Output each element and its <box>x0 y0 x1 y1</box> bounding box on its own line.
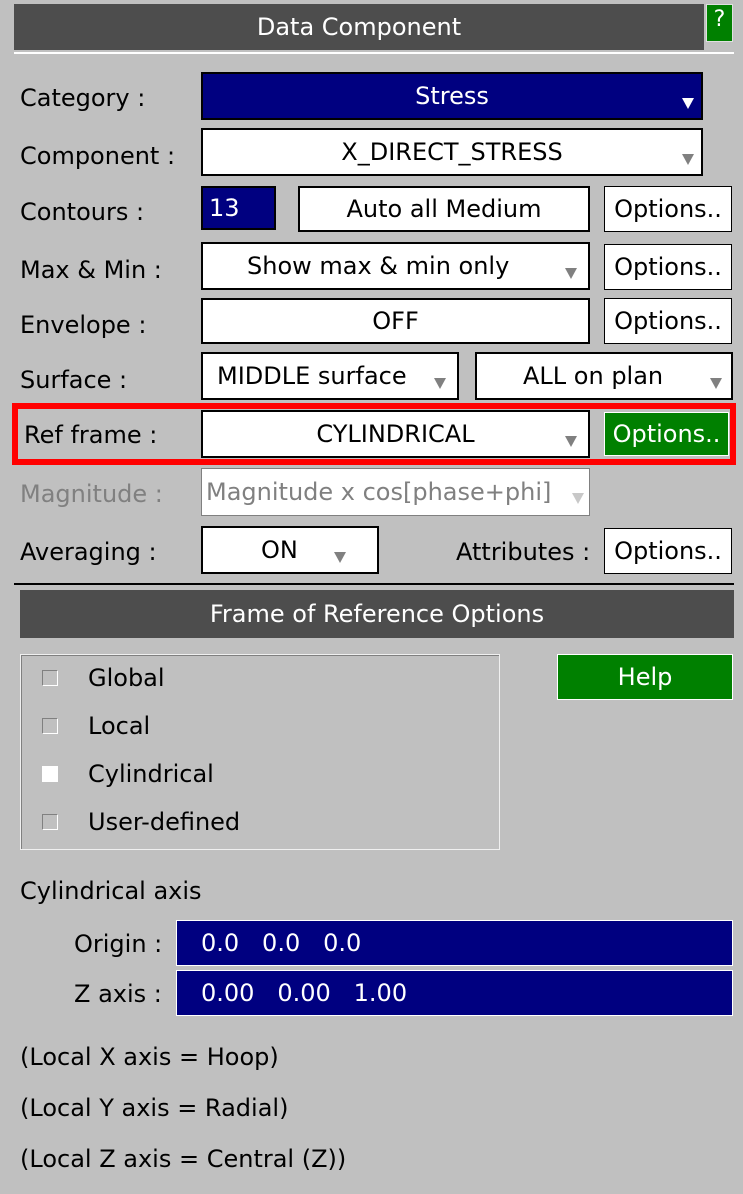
dropdown-arrow-icon <box>333 550 347 564</box>
zaxis-value: 0.00 0.00 1.00 <box>201 979 408 1007</box>
maxmin-dropdown[interactable]: Show max & min only <box>201 242 590 290</box>
note-local-y: (Local Y axis = Radial) <box>20 1094 289 1122</box>
contours-mode-value: Auto all Medium <box>346 195 542 223</box>
axis-heading: Cylindrical axis <box>20 877 202 905</box>
dropdown-arrow-icon <box>564 266 578 280</box>
magnitude-label: Magnitude : <box>20 480 163 508</box>
help-question-button[interactable]: ? <box>706 4 733 42</box>
frame-choice-label: Cylindrical <box>88 760 214 788</box>
surface-label: Surface : <box>20 366 128 394</box>
checkbox-icon[interactable] <box>42 814 58 830</box>
title-underline <box>14 52 734 54</box>
averaging-value: ON <box>261 536 298 564</box>
contours-options-button[interactable]: Options.. <box>604 186 732 232</box>
envelope-button[interactable]: OFF <box>201 298 590 344</box>
contours-label: Contours : <box>20 198 145 226</box>
attributes-label: Attributes : <box>456 538 591 566</box>
magnitude-value: Magnitude x cos[phase+phi] <box>206 478 552 506</box>
envelope-options-label: Options.. <box>614 307 722 335</box>
contours-count-input[interactable]: 13 <box>201 186 276 230</box>
dropdown-arrow-icon <box>709 376 723 390</box>
ref-frame-options-label: Options.. <box>612 420 721 448</box>
ref-frame-options-button[interactable]: Options.. <box>604 412 729 456</box>
frame-choice-label: Local <box>88 712 151 740</box>
window-title: Data Component <box>256 13 462 41</box>
contours-options-label: Options.. <box>614 195 722 223</box>
maxmin-options-button[interactable]: Options.. <box>604 244 732 290</box>
plan-value: ALL on plan <box>523 362 664 390</box>
maxmin-value: Show max & min only <box>247 252 510 280</box>
help-button-label: Help <box>617 663 673 691</box>
contours-count-value: 13 <box>209 194 240 222</box>
origin-input[interactable]: 0.0 0.0 0.0 <box>176 920 733 966</box>
frame-options-header: Frame of Reference Options <box>20 590 734 638</box>
component-value: X_DIRECT_STRESS <box>341 138 563 166</box>
frame-choice-global[interactable]: Global <box>42 666 342 690</box>
contours-mode-button[interactable]: Auto all Medium <box>298 186 590 232</box>
envelope-label: Envelope : <box>20 311 147 339</box>
note-local-x: (Local X axis = Hoop) <box>20 1043 279 1071</box>
frame-choice-label: User-defined <box>88 808 241 836</box>
envelope-options-button[interactable]: Options.. <box>604 298 732 344</box>
plan-dropdown[interactable]: ALL on plan <box>475 352 733 400</box>
category-dropdown[interactable]: Stress <box>201 72 703 120</box>
ref-frame-dropdown[interactable]: CYLINDRICAL <box>201 410 590 458</box>
frame-choice-cylindrical[interactable]: Cylindrical <box>42 762 342 786</box>
ref-frame-value: CYLINDRICAL <box>316 420 475 448</box>
magnitude-dropdown[interactable]: Magnitude x cos[phase+phi] <box>201 468 590 516</box>
dropdown-arrow-icon <box>681 96 695 110</box>
zaxis-label: Z axis : <box>74 980 162 1008</box>
dropdown-arrow-icon <box>433 376 447 390</box>
surface-dropdown[interactable]: MIDDLE surface <box>201 352 459 400</box>
frame-choice-user-defined[interactable]: User-defined <box>42 810 342 834</box>
checkbox-icon[interactable] <box>42 766 58 782</box>
dropdown-arrow-icon <box>571 491 585 505</box>
attributes-options-label: Options.. <box>614 537 722 565</box>
zaxis-input[interactable]: 0.00 0.00 1.00 <box>176 970 733 1016</box>
dropdown-arrow-icon <box>681 152 695 166</box>
frame-choice-label: Global <box>88 664 165 692</box>
maxmin-label: Max & Min : <box>20 256 162 284</box>
question-icon: ? <box>713 7 726 32</box>
category-label: Category : <box>20 84 146 112</box>
note-local-z: (Local Z axis = Central (Z)) <box>20 1145 347 1173</box>
averaging-dropdown[interactable]: ON <box>201 526 379 574</box>
attributes-options-button[interactable]: Options.. <box>604 528 732 574</box>
component-label: Component : <box>20 142 176 170</box>
maxmin-options-label: Options.. <box>614 253 722 281</box>
window-title-bar: Data Component <box>14 4 704 50</box>
frame-choice-local[interactable]: Local <box>42 714 342 738</box>
ref-frame-label: Ref frame : <box>24 421 158 449</box>
surface-value: MIDDLE surface <box>217 362 407 390</box>
envelope-value: OFF <box>372 307 419 335</box>
section-separator <box>14 583 734 585</box>
checkbox-icon[interactable] <box>42 718 58 734</box>
help-button[interactable]: Help <box>557 654 733 700</box>
frame-options-title: Frame of Reference Options <box>209 600 545 628</box>
component-dropdown[interactable]: X_DIRECT_STRESS <box>201 128 703 176</box>
dropdown-arrow-icon <box>564 434 578 448</box>
category-value: Stress <box>415 82 489 110</box>
checkbox-icon[interactable] <box>42 670 58 686</box>
averaging-label: Averaging : <box>20 538 157 566</box>
origin-label: Origin : <box>74 930 163 958</box>
origin-value: 0.0 0.0 0.0 <box>201 929 362 957</box>
